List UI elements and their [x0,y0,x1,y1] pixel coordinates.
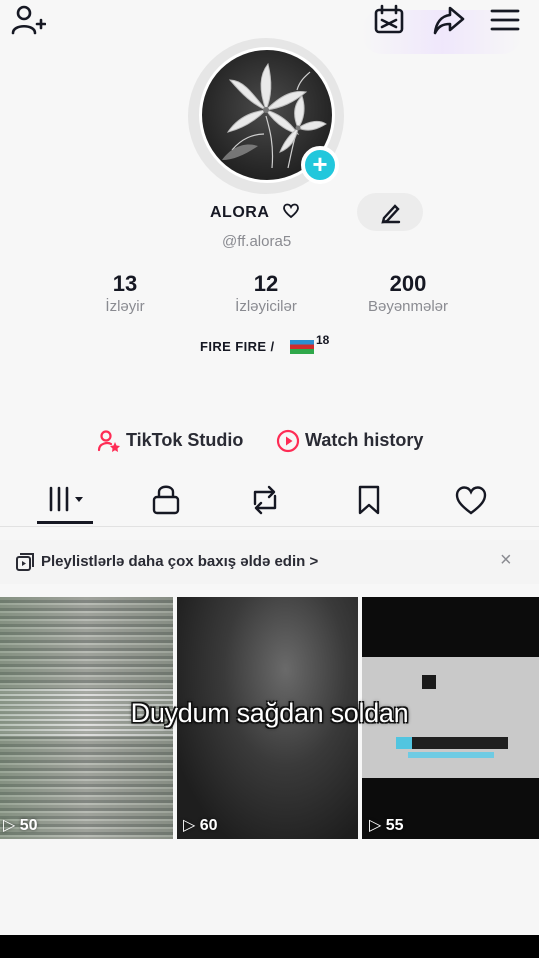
repost-icon [253,485,277,515]
playlist-banner-text[interactable]: Pleylistlərlə daha çox baxış əldə edin > [41,553,318,570]
tab-favorites[interactable] [347,480,391,520]
tab-divider [0,526,539,527]
heart-outline-icon [282,202,300,220]
share-icon[interactable] [432,3,466,37]
view-count: ▷ 50 [3,815,38,835]
view-count: ▷ 55 [369,815,404,835]
tab-videos[interactable] [45,480,89,520]
playlist-icon [15,552,35,572]
edit-profile-button[interactable] [357,193,423,231]
play-icon: ▷ [183,817,200,834]
bio-superscript: 18 [316,333,330,347]
view-count-value: 55 [385,817,404,834]
pencil-icon [381,204,401,224]
watch-history-icon[interactable] [276,429,300,453]
bio-text: FIRE FIRE / [200,339,275,354]
view-count: ▷ 60 [183,815,218,835]
tiktok-studio-icon[interactable] [96,428,122,454]
add-user-icon[interactable] [10,2,46,38]
add-story-plus-icon[interactable]: + [301,146,339,184]
close-icon[interactable]: × [500,549,512,572]
followers-label[interactable]: İzləyicilər [212,298,320,315]
calendar-icon[interactable] [372,3,406,37]
view-count-value: 50 [19,817,38,834]
following-label[interactable]: İzləyir [88,298,162,315]
bookmark-icon [358,485,380,515]
likes-count[interactable]: 200 [358,271,458,297]
tab-private[interactable] [144,480,188,520]
tiktok-studio-link[interactable]: TikTok Studio [126,430,243,451]
play-icon: ▷ [369,817,386,834]
empty-area [0,839,539,935]
view-count-value: 60 [199,817,218,834]
menu-icon[interactable] [488,5,522,35]
display-name: ALORA [210,204,270,221]
watch-history-link[interactable]: Watch history [305,430,423,451]
heart-icon [455,486,487,515]
lock-icon [152,485,180,515]
username: @ff.alora5 [222,233,292,250]
tab-reposts[interactable] [243,480,287,520]
following-count[interactable]: 13 [88,271,162,297]
bottom-bar [0,935,539,958]
play-icon: ▷ [3,817,20,834]
followers-count[interactable]: 12 [220,271,312,297]
active-tab-indicator [37,521,93,524]
videos-grid-icon [49,486,83,512]
video-caption-overlay: Duydum sağdan soldan [130,698,409,728]
tab-liked[interactable] [449,480,493,520]
likes-label[interactable]: Bəyənmələr [350,298,466,315]
azerbaijan-flag-icon [290,340,314,354]
